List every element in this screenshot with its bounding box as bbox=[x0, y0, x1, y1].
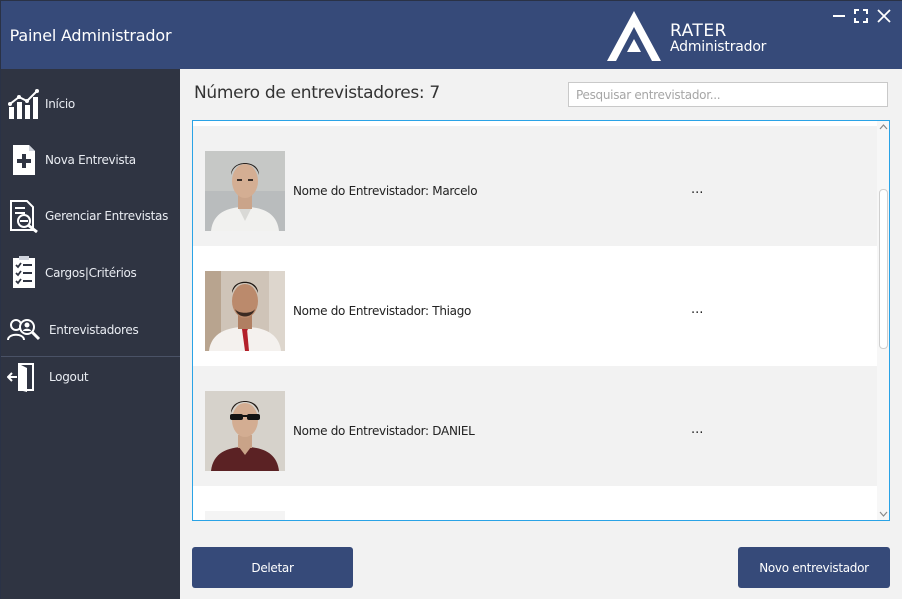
avatar bbox=[205, 391, 285, 471]
add-document-icon bbox=[13, 145, 35, 175]
users-search-icon bbox=[7, 319, 41, 341]
main-content: Número de entrevistadores: 7 Nome do Ent… bbox=[180, 69, 902, 599]
sidebar-item-label: Gerenciar Entrevistas bbox=[45, 209, 169, 223]
checklist-icon bbox=[13, 256, 35, 288]
list-item[interactable]: Nome do Entrevistador: DANIEL ... bbox=[193, 366, 877, 486]
sidebar-item-label: Cargos|Critérios bbox=[45, 266, 137, 280]
list-item[interactable]: Nome do Entrevistador: Thiago ... bbox=[193, 246, 877, 366]
sidebar-item-nova-entrevista[interactable]: Nova Entrevista bbox=[1, 135, 180, 185]
sidebar-item-cargos-criterios[interactable]: Cargos|Critérios bbox=[1, 248, 180, 298]
app-window: Painel Administrador Início Nova Entrevi… bbox=[0, 0, 902, 599]
avatar bbox=[205, 271, 285, 351]
sidebar-title: Painel Administrador bbox=[1, 1, 180, 69]
interviewer-name: Nome do Entrevistador: DANIEL bbox=[293, 424, 475, 438]
interviewer-name: Nome do Entrevistador: Thiago bbox=[293, 304, 472, 318]
new-interviewer-button[interactable]: Novo entrevistador bbox=[738, 547, 890, 588]
more-options-button[interactable]: ... bbox=[691, 302, 703, 317]
sidebar-item-label: Logout bbox=[49, 370, 89, 384]
avatar bbox=[205, 151, 285, 231]
interviewer-list: Nome do Entrevistador: Marcelo ... Nome … bbox=[192, 120, 890, 521]
scroll-thumb[interactable] bbox=[879, 189, 888, 349]
scroll-up-icon[interactable] bbox=[877, 121, 890, 133]
brand-subtitle: Administrador bbox=[670, 39, 767, 55]
minimize-icon[interactable] bbox=[830, 7, 848, 25]
sidebar-item-inicio[interactable]: Início bbox=[1, 79, 180, 129]
interviewer-name: Nome do Entrevistador: Marcelo bbox=[293, 184, 478, 198]
delete-button[interactable]: Deletar bbox=[192, 547, 353, 588]
list-scrollbar[interactable] bbox=[877, 121, 890, 520]
interviewer-count: Número de entrevistadores: 7 bbox=[194, 83, 440, 103]
sidebar: Painel Administrador Início Nova Entrevi… bbox=[1, 1, 180, 599]
search-document-icon bbox=[10, 200, 38, 233]
avatar bbox=[205, 511, 285, 520]
more-options-button[interactable]: ... bbox=[691, 182, 703, 197]
sidebar-item-label: Início bbox=[45, 97, 75, 111]
list-item[interactable]: Nome do Entrevistador: Marcelo ... bbox=[193, 126, 877, 246]
chart-icon bbox=[8, 89, 39, 119]
sidebar-item-label: Nova Entrevista bbox=[45, 153, 136, 167]
sidebar-item-label: Entrevistadores bbox=[49, 323, 139, 337]
list-item[interactable] bbox=[193, 486, 877, 520]
search-input[interactable] bbox=[568, 82, 888, 107]
sidebar-item-entrevistadores[interactable]: Entrevistadores bbox=[1, 305, 180, 355]
scroll-down-icon[interactable] bbox=[877, 508, 890, 520]
sidebar-item-logout[interactable]: Logout bbox=[1, 352, 180, 402]
rater-logo-icon bbox=[607, 11, 661, 61]
maximize-icon[interactable] bbox=[852, 7, 870, 25]
header-bar: RATER Administrador bbox=[180, 1, 902, 69]
sidebar-item-gerenciar-entrevistas[interactable]: Gerenciar Entrevistas bbox=[1, 191, 180, 241]
logout-door-icon bbox=[7, 363, 34, 392]
close-icon[interactable] bbox=[875, 7, 893, 25]
brand-title: RATER bbox=[670, 21, 727, 41]
more-options-button[interactable]: ... bbox=[691, 422, 703, 437]
